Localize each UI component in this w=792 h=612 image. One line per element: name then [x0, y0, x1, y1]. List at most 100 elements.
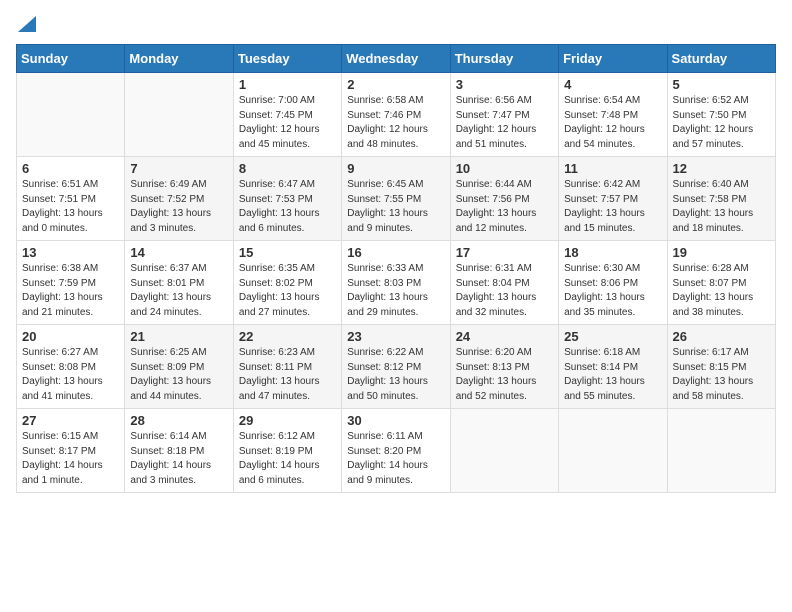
day-detail: Sunrise: 6:37 AM Sunset: 8:01 PM Dayligh…	[130, 262, 227, 320]
day-number: 16	[347, 245, 444, 260]
day-detail: Sunrise: 6:31 AM Sunset: 8:04 PM Dayligh…	[456, 262, 553, 320]
day-detail: Sunrise: 6:42 AM Sunset: 7:57 PM Dayligh…	[564, 178, 661, 236]
calendar-cell: 22Sunrise: 6:23 AM Sunset: 8:11 PM Dayli…	[233, 325, 341, 409]
day-number: 5	[673, 77, 770, 92]
calendar-cell: 10Sunrise: 6:44 AM Sunset: 7:56 PM Dayli…	[450, 157, 558, 241]
day-detail: Sunrise: 6:35 AM Sunset: 8:02 PM Dayligh…	[239, 262, 336, 320]
day-number: 20	[22, 329, 119, 344]
day-detail: Sunrise: 6:51 AM Sunset: 7:51 PM Dayligh…	[22, 178, 119, 236]
day-number: 10	[456, 161, 553, 176]
day-detail: Sunrise: 6:17 AM Sunset: 8:15 PM Dayligh…	[673, 346, 770, 404]
day-number: 9	[347, 161, 444, 176]
calendar-cell: 28 Sunrise: 6:14 AM Sunset: 8:18 PM Dayli…	[125, 409, 233, 493]
day-number: 2	[347, 77, 444, 92]
day-detail: Sunrise: 6:58 AM Sunset: 7:46 PM Dayligh…	[347, 94, 444, 152]
day-number: 14	[130, 245, 227, 260]
calendar-cell: 11 Sunrise: 6:42 AM Sunset: 7:57 PM Dayli…	[559, 157, 667, 241]
day-number: 30	[347, 413, 444, 428]
calendar-cell: 20 Sunrise: 6:27 AM Sunset: 8:08 PM Dayli…	[17, 325, 125, 409]
day-number: 18	[564, 245, 661, 260]
day-number: 12	[673, 161, 770, 176]
calendar-week-5: 27 Sunrise: 6:15 AM Sunset: 8:17 PM Dayli…	[17, 409, 776, 493]
day-number: 26	[673, 329, 770, 344]
col-header-friday: Friday	[559, 45, 667, 73]
calendar-cell: 1 Sunrise: 7:00 AM Sunset: 7:45 PM Daylig…	[233, 73, 341, 157]
day-number: 25	[564, 329, 661, 344]
calendar-cell: 6 Sunrise: 6:51 AM Sunset: 7:51 PM Daylig…	[17, 157, 125, 241]
day-number: 3	[456, 77, 553, 92]
calendar-cell	[559, 409, 667, 493]
calendar-cell: 3 Sunrise: 6:56 AM Sunset: 7:47 PM Daylig…	[450, 73, 558, 157]
col-header-sunday: Sunday	[17, 45, 125, 73]
day-detail: Sunrise: 6:54 AM Sunset: 7:48 PM Dayligh…	[564, 94, 661, 152]
day-detail: Sunrise: 6:15 AM Sunset: 8:17 PM Dayligh…	[22, 430, 119, 488]
day-number: 22	[239, 329, 336, 344]
calendar-cell: 12 Sunrise: 6:40 AM Sunset: 7:58 PM Dayli…	[667, 157, 775, 241]
calendar-week-1: 1 Sunrise: 7:00 AM Sunset: 7:45 PM Daylig…	[17, 73, 776, 157]
calendar-cell: 5 Sunrise: 6:52 AM Sunset: 7:50 PM Daylig…	[667, 73, 775, 157]
calendar-cell: 18 Sunrise: 6:30 AM Sunset: 8:06 PM Dayli…	[559, 241, 667, 325]
calendar-cell: 30 Sunrise: 6:11 AM Sunset: 8:20 PM Dayli…	[342, 409, 450, 493]
day-number: 11	[564, 161, 661, 176]
calendar-cell	[450, 409, 558, 493]
calendar-cell: 9 Sunrise: 6:45 AM Sunset: 7:55 PM Daylig…	[342, 157, 450, 241]
calendar-cell: 19Sunrise: 6:28 AM Sunset: 8:07 PM Dayli…	[667, 241, 775, 325]
calendar-cell: 2 Sunrise: 6:58 AM Sunset: 7:46 PM Daylig…	[342, 73, 450, 157]
day-number: 24	[456, 329, 553, 344]
day-detail: Sunrise: 6:47 AM Sunset: 7:53 PM Dayligh…	[239, 178, 336, 236]
day-number: 4	[564, 77, 661, 92]
day-detail: Sunrise: 6:45 AM Sunset: 7:55 PM Dayligh…	[347, 178, 444, 236]
calendar-cell: 27 Sunrise: 6:15 AM Sunset: 8:17 PM Dayli…	[17, 409, 125, 493]
calendar-week-3: 13 Sunrise: 6:38 AM Sunset: 7:59 PM Dayli…	[17, 241, 776, 325]
day-detail: Sunrise: 6:56 AM Sunset: 7:47 PM Dayligh…	[456, 94, 553, 152]
day-detail: Sunrise: 6:49 AM Sunset: 7:52 PM Dayligh…	[130, 178, 227, 236]
day-number: 23	[347, 329, 444, 344]
day-detail: Sunrise: 6:30 AM Sunset: 8:06 PM Dayligh…	[564, 262, 661, 320]
calendar-cell: 24 Sunrise: 6:20 AM Sunset: 8:13 PM Dayli…	[450, 325, 558, 409]
day-number: 6	[22, 161, 119, 176]
calendar-cell: 21Sunrise: 6:25 AM Sunset: 8:09 PM Dayli…	[125, 325, 233, 409]
day-detail: Sunrise: 6:11 AM Sunset: 8:20 PM Dayligh…	[347, 430, 444, 488]
day-detail: Sunrise: 6:52 AM Sunset: 7:50 PM Dayligh…	[673, 94, 770, 152]
calendar-cell: 4 Sunrise: 6:54 AM Sunset: 7:48 PM Daylig…	[559, 73, 667, 157]
col-header-monday: Monday	[125, 45, 233, 73]
calendar-cell	[17, 73, 125, 157]
page-header	[16, 16, 776, 32]
calendar-week-2: 6 Sunrise: 6:51 AM Sunset: 7:51 PM Daylig…	[17, 157, 776, 241]
calendar-cell: 15 Sunrise: 6:35 AM Sunset: 8:02 PM Dayli…	[233, 241, 341, 325]
day-detail: Sunrise: 6:14 AM Sunset: 8:18 PM Dayligh…	[130, 430, 227, 488]
day-detail: Sunrise: 6:18 AM Sunset: 8:14 PM Dayligh…	[564, 346, 661, 404]
calendar-table: SundayMondayTuesdayWednesdayThursdayFrid…	[16, 44, 776, 493]
calendar-header-row: SundayMondayTuesdayWednesdayThursdayFrid…	[17, 45, 776, 73]
day-detail: Sunrise: 6:38 AM Sunset: 7:59 PM Dayligh…	[22, 262, 119, 320]
day-number: 1	[239, 77, 336, 92]
day-detail: Sunrise: 6:25 AM Sunset: 8:09 PM Dayligh…	[130, 346, 227, 404]
day-number: 29	[239, 413, 336, 428]
day-number: 15	[239, 245, 336, 260]
logo	[16, 16, 36, 32]
calendar-cell: 26 Sunrise: 6:17 AM Sunset: 8:15 PM Dayli…	[667, 325, 775, 409]
calendar-cell: 25 Sunrise: 6:18 AM Sunset: 8:14 PM Dayli…	[559, 325, 667, 409]
col-header-tuesday: Tuesday	[233, 45, 341, 73]
logo-icon	[18, 16, 36, 32]
col-header-saturday: Saturday	[667, 45, 775, 73]
calendar-week-4: 20 Sunrise: 6:27 AM Sunset: 8:08 PM Dayli…	[17, 325, 776, 409]
day-number: 13	[22, 245, 119, 260]
day-number: 7	[130, 161, 227, 176]
calendar-cell: 7 Sunrise: 6:49 AM Sunset: 7:52 PM Daylig…	[125, 157, 233, 241]
day-number: 28	[130, 413, 227, 428]
day-detail: Sunrise: 6:12 AM Sunset: 8:19 PM Dayligh…	[239, 430, 336, 488]
day-detail: Sunrise: 6:20 AM Sunset: 8:13 PM Dayligh…	[456, 346, 553, 404]
day-number: 27	[22, 413, 119, 428]
day-number: 8	[239, 161, 336, 176]
calendar-cell	[125, 73, 233, 157]
day-detail: Sunrise: 6:33 AM Sunset: 8:03 PM Dayligh…	[347, 262, 444, 320]
day-number: 17	[456, 245, 553, 260]
day-detail: Sunrise: 6:27 AM Sunset: 8:08 PM Dayligh…	[22, 346, 119, 404]
day-detail: Sunrise: 7:00 AM Sunset: 7:45 PM Dayligh…	[239, 94, 336, 152]
calendar-cell: 8 Sunrise: 6:47 AM Sunset: 7:53 PM Daylig…	[233, 157, 341, 241]
calendar-cell: 14 Sunrise: 6:37 AM Sunset: 8:01 PM Dayli…	[125, 241, 233, 325]
col-header-wednesday: Wednesday	[342, 45, 450, 73]
calendar-cell: 29 Sunrise: 6:12 AM Sunset: 8:19 PM Dayli…	[233, 409, 341, 493]
day-detail: Sunrise: 6:40 AM Sunset: 7:58 PM Dayligh…	[673, 178, 770, 236]
